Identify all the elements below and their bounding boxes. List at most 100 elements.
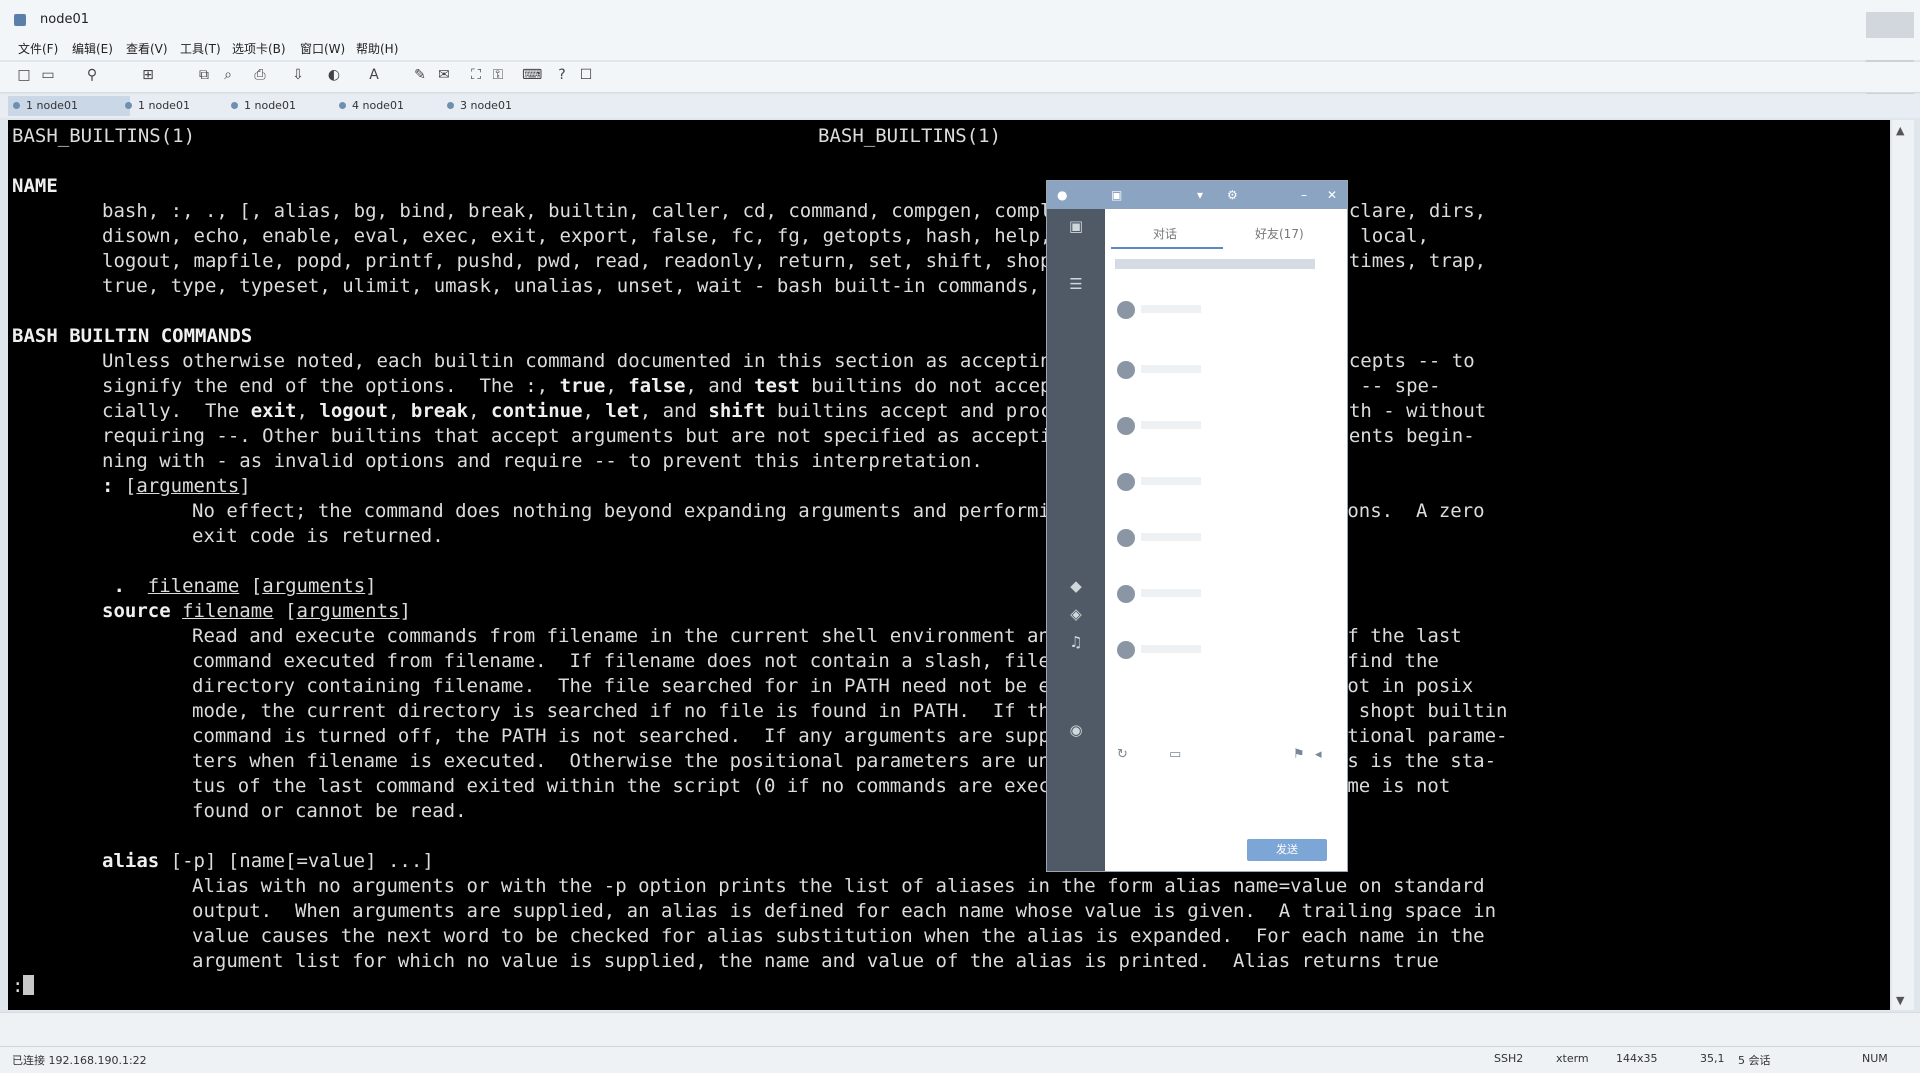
source-desc: found or cannot be read. xyxy=(192,800,467,822)
keyboard-icon[interactable]: ⌨ xyxy=(522,67,542,83)
chat-sidebar: ▣ ☰ ◆ ◈ ♫ ◉ xyxy=(1047,209,1105,871)
reconnect-icon[interactable]: ⊞ xyxy=(140,67,156,83)
copy-icon[interactable]: ⧉ xyxy=(196,67,212,83)
list-item[interactable] xyxy=(1141,533,1201,541)
source-synopsis: source filename [arguments] xyxy=(102,600,411,622)
list-item[interactable] xyxy=(1141,421,1201,429)
open-folder-icon[interactable]: ▭ xyxy=(40,67,56,83)
menu-tools[interactable]: 工具(T) xyxy=(180,40,221,57)
close-icon[interactable]: ✕ xyxy=(1327,188,1337,202)
help-icon[interactable]: ? xyxy=(554,67,570,83)
compose-icon[interactable]: ✉ xyxy=(436,67,452,83)
dot-command: . xyxy=(113,575,125,597)
scroll-down-icon[interactable]: ▼ xyxy=(1896,994,1904,1007)
menu-view[interactable]: 查看(V) xyxy=(126,40,168,57)
dot-filename: filename xyxy=(147,575,240,597)
dot-synopsis: . filename [arguments] xyxy=(113,575,377,597)
tab-session-5[interactable]: 3 node01 xyxy=(442,96,552,116)
tab-conversations[interactable]: 对话 xyxy=(1153,225,1177,242)
list-item[interactable] xyxy=(1141,477,1201,485)
fullscreen-icon[interactable]: ⛶ xyxy=(468,67,484,83)
contacts-icon[interactable]: ☰ xyxy=(1063,275,1089,295)
new-session-icon[interactable]: □ xyxy=(16,67,32,83)
color-icon[interactable]: ◐ xyxy=(326,67,342,83)
colon-arguments: arguments xyxy=(136,475,240,497)
section-builtin-commands: BASH BUILTIN COMMANDS xyxy=(12,325,253,347)
status-size: 144x35 xyxy=(1616,1052,1658,1065)
message-icon[interactable]: ▣ xyxy=(1063,217,1089,237)
list-item[interactable] xyxy=(1141,589,1201,597)
menu-bar xyxy=(0,38,1920,60)
status-dot-icon xyxy=(447,102,454,109)
list-item[interactable] xyxy=(1141,305,1201,313)
menu-file[interactable]: 文件(F) xyxy=(18,40,58,57)
terminal-scrollbar[interactable] xyxy=(1892,120,1914,1010)
status-dot-icon xyxy=(231,102,238,109)
tab-label: 1 node01 xyxy=(244,99,296,112)
terminal-area[interactable]: BASH_BUILTINS(1) BASH_BUILTINS(1) NAME b… xyxy=(8,120,1890,1010)
menu-edit[interactable]: 编辑(E) xyxy=(72,40,113,57)
section-name: NAME xyxy=(12,175,58,197)
active-tab-indicator xyxy=(1111,247,1223,249)
app-icon xyxy=(14,14,26,26)
alias-command: alias xyxy=(102,850,160,872)
menu-tabs[interactable]: 选项卡(B) xyxy=(232,40,286,57)
refresh-icon[interactable]: ↻ xyxy=(1117,747,1128,762)
prompt-char: : xyxy=(12,975,24,997)
list-item[interactable] xyxy=(1141,365,1201,373)
group-icon[interactable]: ⚑ xyxy=(1293,747,1305,762)
script-icon[interactable]: ✎ xyxy=(412,67,428,83)
folder-icon[interactable]: ▭ xyxy=(1169,747,1181,762)
app-icon-2[interactable]: ◈ xyxy=(1063,605,1089,625)
settings-icon[interactable]: ⚙ xyxy=(1227,188,1238,202)
tab-session-2[interactable]: 1 node01 xyxy=(120,96,230,116)
favorites-icon[interactable]: ♫ xyxy=(1063,633,1089,653)
chat-icon[interactable]: ☐ xyxy=(578,67,594,83)
list-item[interactable] xyxy=(1141,645,1201,653)
source-command: source xyxy=(102,600,171,622)
lock-icon[interactable]: ⚿ xyxy=(490,67,506,83)
contact-avatar xyxy=(1117,473,1135,491)
print-icon[interactable]: ⎙ xyxy=(252,67,268,83)
panel-skin-icon[interactable]: ▣ xyxy=(1111,188,1122,202)
colon-command: : xyxy=(102,475,114,497)
status-dot-icon xyxy=(125,102,132,109)
contact-avatar xyxy=(1117,417,1135,435)
chat-panel[interactable]: ● ▣ ▾ ⚙ – ✕ ▣ ☰ ◆ ◈ ♫ ◉ 对话 好友(17) ↻ ▭ ⚑ xyxy=(1046,180,1348,872)
intro-text: cially. xyxy=(102,400,183,422)
pager-prompt[interactable]: : xyxy=(12,974,35,999)
menu-window[interactable]: 窗口(W) xyxy=(300,40,345,57)
panel-logo-icon: ● xyxy=(1057,188,1068,202)
find-icon[interactable]: ⌕ xyxy=(220,67,236,83)
status-protocol: SSH2 xyxy=(1494,1052,1524,1065)
man-header-center: BASH_BUILTINS(1) xyxy=(818,125,1002,147)
connect-icon[interactable]: ⚲ xyxy=(84,67,100,83)
app-icon-1[interactable]: ◆ xyxy=(1063,577,1089,597)
source-arguments: arguments xyxy=(296,600,400,622)
alias-options: [-p] [name[=value] ...] xyxy=(170,850,434,872)
tab-session-4[interactable]: 4 node01 xyxy=(334,96,444,116)
transfer-icon[interactable]: ⇩ xyxy=(290,67,306,83)
scroll-up-icon[interactable]: ▲ xyxy=(1896,124,1904,137)
menu-help[interactable]: 帮助(H) xyxy=(356,40,398,57)
font-icon[interactable]: A xyxy=(366,67,382,83)
avatar-icon[interactable]: ◉ xyxy=(1063,721,1089,741)
input-area[interactable] xyxy=(0,1012,1920,1047)
send-button[interactable]: 发送 xyxy=(1247,839,1327,861)
dropdown-icon[interactable]: ▾ xyxy=(1197,188,1203,202)
tab-session-1[interactable]: 1 node01 xyxy=(8,96,130,116)
colon-desc: exit code is returned. xyxy=(192,525,444,547)
terminal-cursor xyxy=(23,975,35,995)
minimize-icon[interactable]: – xyxy=(1301,188,1307,202)
contact-avatar xyxy=(1117,529,1135,547)
sound-icon[interactable]: ◂ xyxy=(1315,747,1322,762)
name-line: true, type, typeset, ulimit, umask, unal… xyxy=(102,275,1178,297)
tab-label: 4 node01 xyxy=(352,99,404,112)
status-dot-icon xyxy=(13,102,20,109)
intro-line: ning with - as invalid options and requi… xyxy=(102,450,983,472)
list-item-preview[interactable] xyxy=(1115,259,1315,269)
tab-friends[interactable]: 好友(17) xyxy=(1255,225,1304,242)
tab-session-3[interactable]: 1 node01 xyxy=(226,96,336,116)
tab-label: 3 node01 xyxy=(460,99,512,112)
status-connection: 已连接 192.168.190.1:22 xyxy=(12,1054,147,1067)
